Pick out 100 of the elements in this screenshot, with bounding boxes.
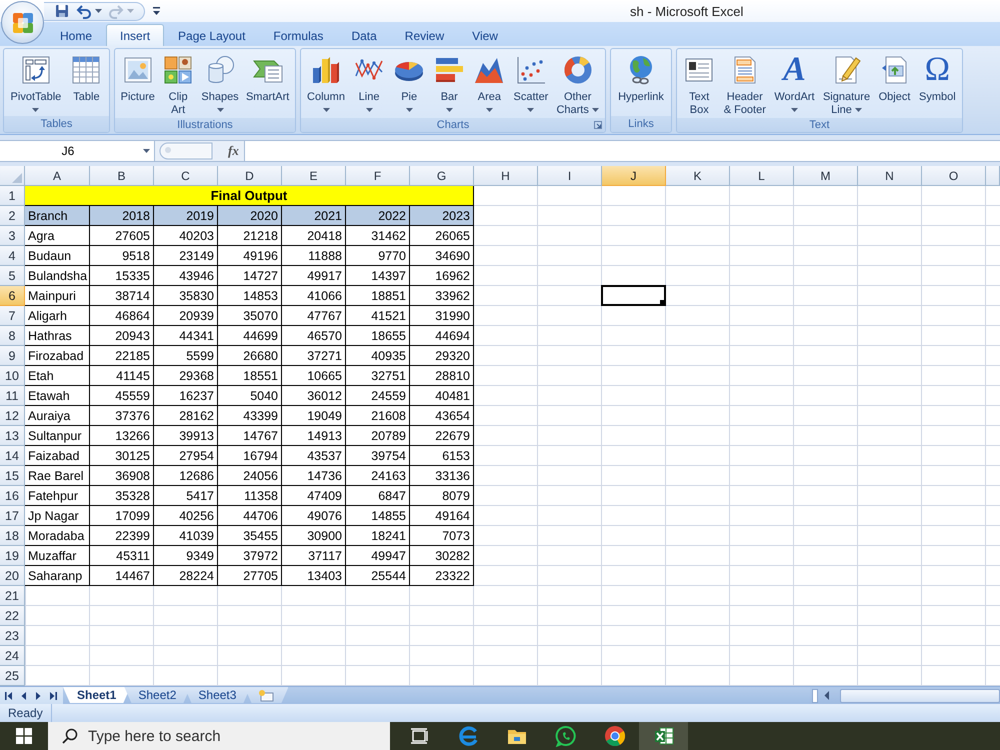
- table-cell: 23149: [154, 246, 218, 266]
- table-button[interactable]: Table: [69, 53, 104, 105]
- clip-art-button[interactable]: Clip Art: [161, 53, 196, 118]
- ribbon-tab[interactable]: Insert: [106, 24, 164, 46]
- ribbon-tab[interactable]: Formulas: [259, 24, 338, 46]
- pie-chart-button[interactable]: Pie: [392, 53, 426, 113]
- ribbon-tab[interactable]: View: [458, 24, 512, 46]
- table-cell: 20939: [154, 306, 218, 326]
- row-number-header[interactable]: 25: [0, 666, 25, 686]
- first-sheet-icon[interactable]: [5, 692, 13, 700]
- row-number-header[interactable]: 2: [0, 206, 25, 226]
- row-number-header[interactable]: 21: [0, 586, 25, 606]
- table-cell: 49196: [218, 246, 282, 266]
- ribbon-tab[interactable]: Review: [390, 24, 458, 46]
- table-cell: 33962: [410, 286, 474, 306]
- col-letter-header[interactable]: C: [154, 166, 218, 186]
- table-cell: 22185: [90, 346, 154, 366]
- row-number-header[interactable]: 7: [0, 306, 25, 326]
- header-footer-button[interactable]: Header & Footer: [722, 53, 767, 118]
- text-box-button[interactable]: Text Box: [682, 53, 716, 118]
- col-letter-header[interactable]: G: [410, 166, 474, 186]
- round-handle-icon[interactable]: [159, 142, 213, 160]
- shapes-button[interactable]: Shapes: [200, 53, 240, 113]
- smartart-button[interactable]: SmartArt: [244, 53, 290, 105]
- search-field[interactable]: Type here to search: [48, 722, 390, 750]
- row-number-header[interactable]: 17: [0, 506, 25, 526]
- wordart-button[interactable]: A WordArt: [773, 53, 816, 113]
- row-number-header[interactable]: 5: [0, 266, 25, 286]
- row-number-header[interactable]: 13: [0, 426, 25, 446]
- pivottable-button[interactable]: PivotTable: [10, 53, 62, 113]
- row-number-header[interactable]: 11: [0, 386, 25, 406]
- col-letter-header[interactable]: L: [730, 166, 794, 186]
- last-sheet-icon[interactable]: [49, 692, 57, 700]
- row-number-header[interactable]: 6: [0, 286, 25, 306]
- table-cell: 24056: [218, 466, 282, 486]
- col-letter-header[interactable]: I: [538, 166, 602, 186]
- object-button[interactable]: Object: [878, 53, 912, 105]
- table-cell: 40481: [410, 386, 474, 406]
- row-number-header[interactable]: 12: [0, 406, 25, 426]
- fill-handle[interactable]: [660, 300, 665, 305]
- line-chart-button[interactable]: Line: [352, 53, 386, 113]
- row-number-header[interactable]: 4: [0, 246, 25, 266]
- row-number-header[interactable]: 22: [0, 606, 25, 626]
- row-number-header[interactable]: 15: [0, 466, 25, 486]
- col-letter-header[interactable]: B: [90, 166, 154, 186]
- row-number-header[interactable]: 23: [0, 626, 25, 646]
- customize-button[interactable]: [151, 7, 162, 15]
- ribbon-tab[interactable]: Page Layout: [164, 24, 260, 46]
- ribbon-tab[interactable]: Data: [337, 24, 391, 46]
- row-number-header[interactable]: 10: [0, 366, 25, 386]
- col-letter-header[interactable]: N: [858, 166, 922, 186]
- col-letter-header[interactable]: K: [666, 166, 730, 186]
- scroll-thumb[interactable]: [840, 688, 1000, 702]
- table-cell: 49164: [410, 506, 474, 526]
- other-charts-button[interactable]: Other Charts: [555, 53, 600, 118]
- row-number-header[interactable]: 19: [0, 546, 25, 566]
- symbol-button[interactable]: Ω Symbol: [918, 53, 957, 105]
- dialog-launcher-icon[interactable]: [594, 121, 602, 129]
- col-letter-header[interactable]: O: [922, 166, 986, 186]
- table-cell: 18551: [218, 366, 282, 386]
- split-handle[interactable]: [812, 688, 818, 702]
- table-cell: Jp Nagar: [25, 506, 90, 526]
- col-letter-header[interactable]: M: [794, 166, 858, 186]
- bar-chart-button[interactable]: Bar: [432, 53, 466, 113]
- area-chart-button[interactable]: Area: [472, 53, 506, 113]
- table-cell: 49947: [346, 546, 410, 566]
- table-cell: Etah: [25, 366, 90, 386]
- scatter-chart-button[interactable]: Scatter: [512, 53, 550, 113]
- row-number-header[interactable]: 20: [0, 566, 25, 586]
- hyperlink-button[interactable]: Hyperlink: [617, 53, 665, 105]
- ribbon-tab[interactable]: Home: [46, 24, 106, 46]
- row-number-header[interactable]: 1: [0, 186, 25, 206]
- undo-button[interactable]: [74, 2, 104, 20]
- col-letter-header[interactable]: J: [602, 166, 666, 186]
- row-number-header[interactable]: 9: [0, 346, 25, 366]
- col-letter-header[interactable]: E: [282, 166, 346, 186]
- table-cell: 47409: [282, 486, 346, 506]
- col-letter-header[interactable]: F: [346, 166, 410, 186]
- horizontal-scrollbar[interactable]: [810, 687, 1000, 704]
- scroll-left-icon[interactable]: [824, 691, 830, 700]
- row-number-header[interactable]: 16: [0, 486, 25, 506]
- column-chart-button[interactable]: Column: [306, 53, 346, 113]
- table-cell: Hathras: [25, 326, 90, 346]
- col-letter-header[interactable]: D: [218, 166, 282, 186]
- row-number-header[interactable]: 24: [0, 646, 25, 666]
- table-cell: 26680: [218, 346, 282, 366]
- previous-sheet-icon[interactable]: [21, 692, 27, 700]
- col-letter-header[interactable]: A: [25, 166, 90, 186]
- picture-button[interactable]: Picture: [120, 53, 156, 105]
- next-sheet-icon[interactable]: [35, 692, 41, 700]
- signature-line-button[interactable]: Signature Line: [822, 53, 872, 118]
- taskbar-button[interactable]: [639, 722, 688, 750]
- row-number-header[interactable]: 3: [0, 226, 25, 246]
- row-number-header[interactable]: 14: [0, 446, 25, 466]
- active-cell[interactable]: [601, 285, 666, 306]
- col-letter-header[interactable]: H: [474, 166, 538, 186]
- row-number-header[interactable]: 18: [0, 526, 25, 546]
- table-cell: 28162: [154, 406, 218, 426]
- row-number-header[interactable]: 8: [0, 326, 25, 346]
- insert-function-button[interactable]: fx: [225, 143, 242, 159]
